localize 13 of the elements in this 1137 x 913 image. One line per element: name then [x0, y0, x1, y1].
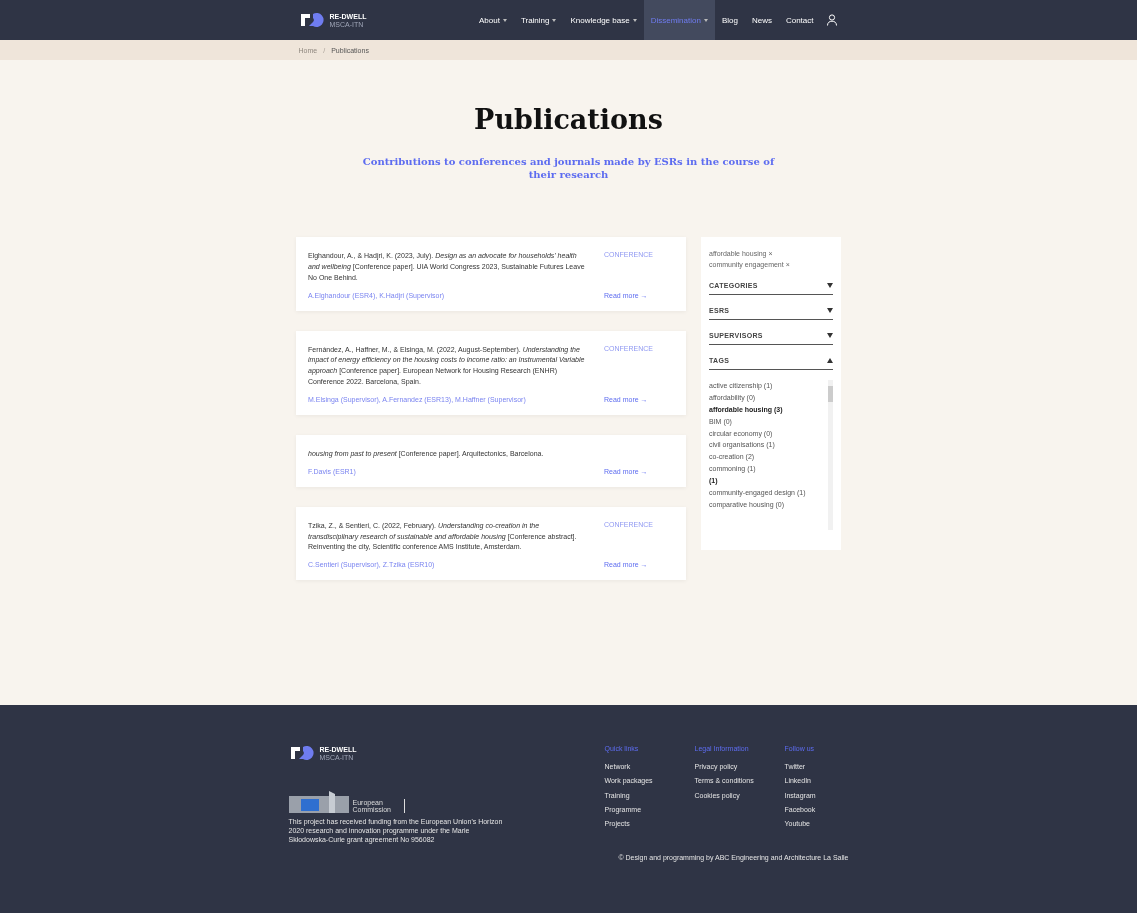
nav-link[interactable]: Blog [714, 0, 745, 40]
nav-link[interactable]: Training [513, 0, 564, 40]
scrollbar[interactable] [828, 380, 833, 530]
nav-link[interactable]: About [471, 0, 514, 40]
logo-icon[interactable] [288, 745, 315, 761]
eu-flag-icon [288, 791, 349, 813]
nav-link[interactable]: Knowledge base [563, 0, 644, 40]
nav-link[interactable]: Contact [778, 0, 821, 40]
nav-link[interactable]: News [744, 0, 779, 40]
page-title: Publications [474, 104, 663, 135]
logo-icon[interactable] [298, 12, 325, 28]
user-icon[interactable] [826, 14, 839, 26]
page-subtitle: Contributions to conferences and journals made by ESRs in the course of their research [361, 155, 776, 181]
